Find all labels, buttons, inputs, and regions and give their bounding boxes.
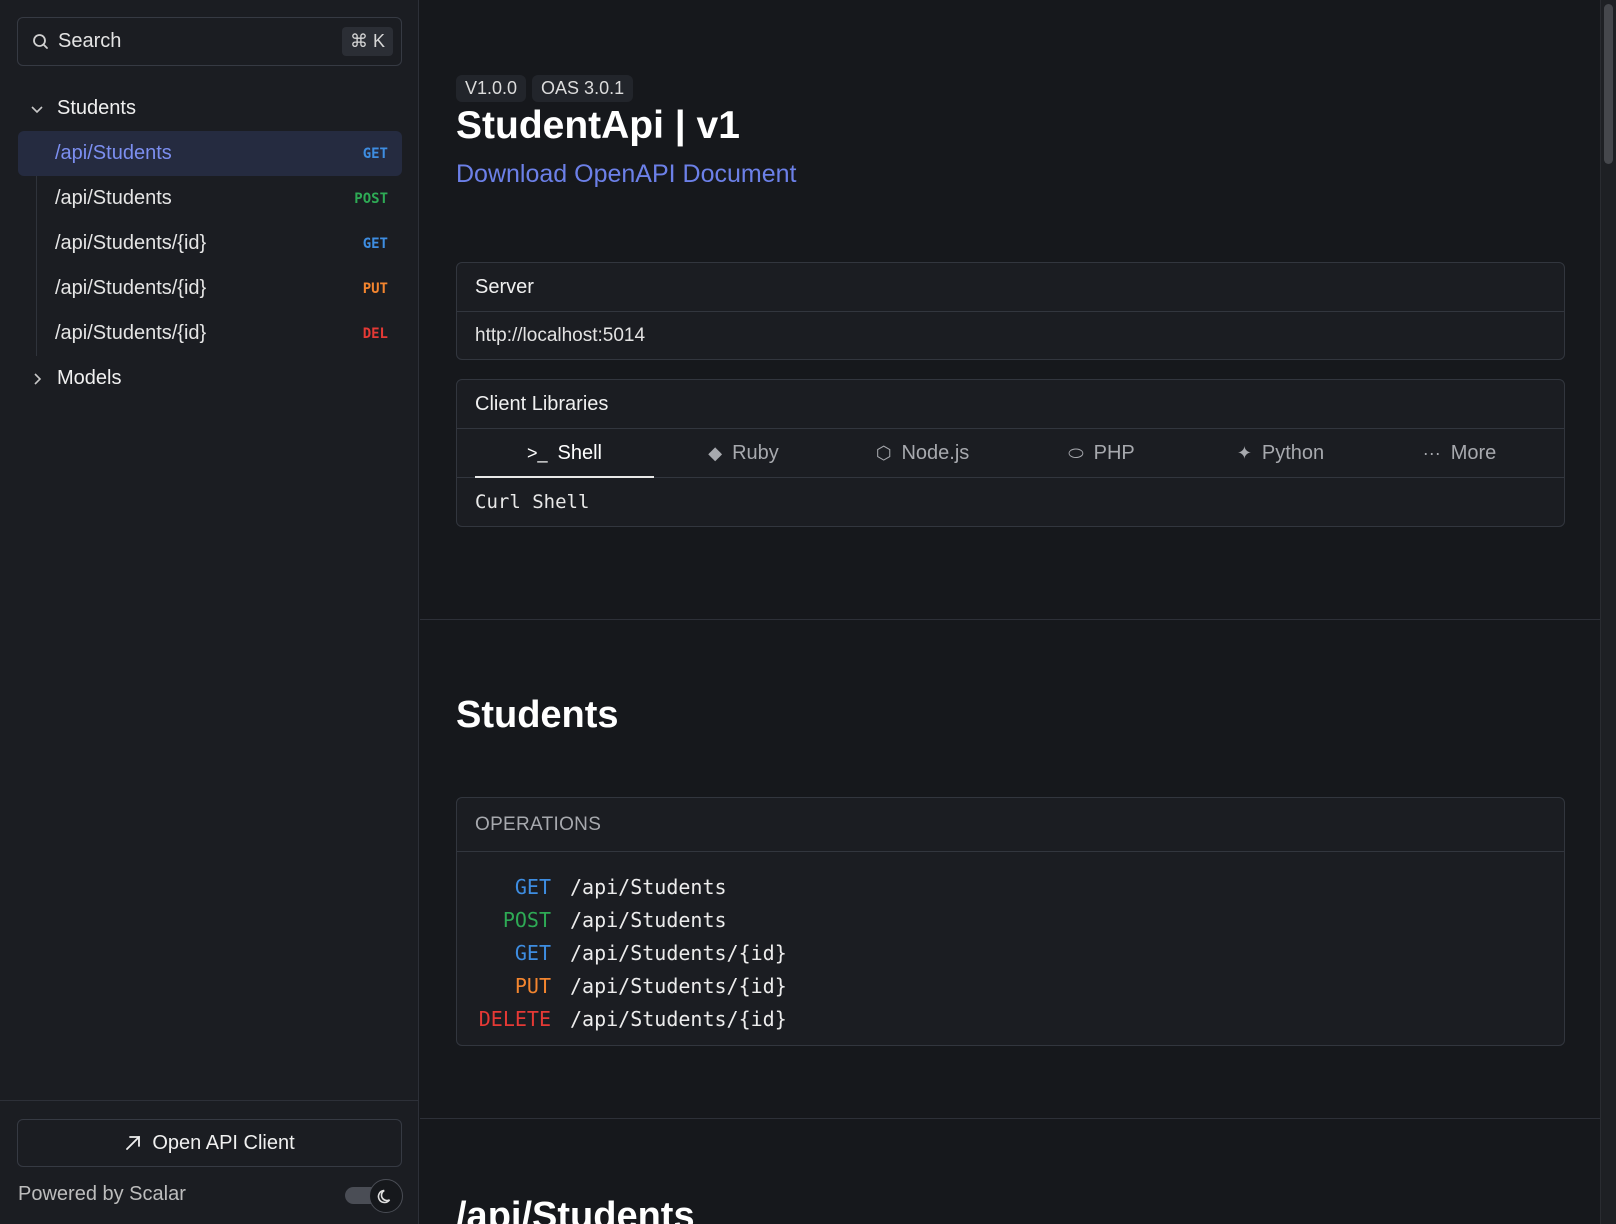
search-shortcut: ⌘ K — [341, 27, 393, 56]
server-url[interactable]: http://localhost:5014 — [457, 312, 1564, 359]
tab-label: PHP — [1093, 441, 1135, 464]
operation-path: /api/Students — [570, 874, 727, 899]
sidebar-item-label: /api/Students — [55, 187, 172, 209]
python-icon: ✦ — [1236, 442, 1252, 463]
operation-path: /api/Students/{id} — [570, 1006, 787, 1031]
tab-label: Ruby — [732, 441, 779, 464]
nodejs-icon: ⬡ — [875, 442, 892, 463]
endpoint-title: /api/Students — [456, 1195, 695, 1224]
operation-method: GET — [514, 940, 551, 965]
version-badge: V1.0.0 — [456, 75, 527, 102]
tab-ruby[interactable]: ◆ Ruby — [654, 429, 833, 477]
sidebar-group-label: Students — [57, 97, 136, 119]
sidebar-tree: Students /api/Students GET /api/Students… — [17, 86, 402, 401]
method-badge: PUT — [362, 280, 388, 297]
scrollbar[interactable] — [1600, 0, 1616, 1224]
client-libraries-label: Client Libraries — [457, 380, 1564, 429]
powered-by-text: Powered by Scalar — [18, 1183, 186, 1205]
tab-shell[interactable]: >_ Shell — [475, 429, 654, 478]
section-divider — [420, 619, 1600, 620]
tab-nodejs[interactable]: ⬡ Node.js — [833, 429, 1012, 477]
operation-row[interactable]: POST /api/Students — [457, 903, 1564, 936]
operations-list: GET /api/Students POST /api/Students GET… — [457, 852, 1564, 1035]
operation-path: /api/Students/{id} — [570, 973, 787, 998]
moon-icon — [377, 1189, 391, 1204]
section-title: Students — [456, 694, 619, 736]
terminal-icon: >_ — [526, 442, 548, 463]
sidebar-item-get-students[interactable]: /api/Students GET — [18, 131, 402, 176]
tab-label: Python — [1261, 441, 1325, 464]
operation-method: DELETE — [478, 1006, 551, 1031]
operation-row[interactable]: PUT /api/Students/{id} — [457, 969, 1564, 1002]
dark-mode-toggle[interactable] — [345, 1179, 403, 1213]
operations-panel: OPERATIONS GET /api/Students POST /api/S… — [456, 797, 1565, 1046]
sidebar-footer: Open API Client Powered by Scalar — [0, 1100, 419, 1224]
open-api-client-button[interactable]: Open API Client — [17, 1119, 402, 1167]
page-title: StudentApi | v1 — [456, 104, 740, 147]
search-input[interactable]: Search ⌘ K — [17, 17, 402, 66]
operation-method: PUT — [514, 973, 551, 998]
operation-row[interactable]: GET /api/Students — [457, 870, 1564, 903]
download-openapi-link[interactable]: Download OpenAPI Document — [456, 160, 796, 189]
sidebar-ops-list: /api/Students GET /api/Students POST /ap… — [18, 131, 402, 356]
toggle-knob — [369, 1179, 403, 1213]
search-icon — [33, 33, 48, 49]
sidebar-item-label: /api/Students — [55, 142, 172, 164]
arrow-up-right-icon — [126, 1136, 141, 1150]
client-selected[interactable]: Curl Shell — [457, 478, 1564, 526]
tab-label: Shell — [557, 441, 602, 464]
method-badge: GET — [362, 145, 388, 162]
client-libraries-panel: Client Libraries >_ Shell ◆ Ruby ⬡ Node.… — [456, 379, 1565, 527]
sidebar-group-label: Models — [57, 367, 122, 389]
ruby-icon: ◆ — [708, 442, 723, 463]
sidebar: Search ⌘ K Students /api/Students GET /a… — [0, 0, 419, 1224]
sidebar-item-put-student-id[interactable]: /api/Students/{id} PUT — [18, 266, 402, 311]
sidebar-item-get-student-id[interactable]: /api/Students/{id} GET — [18, 221, 402, 266]
search-label: Search — [58, 30, 122, 52]
tab-more[interactable]: ··· More — [1370, 429, 1549, 477]
operation-row[interactable]: GET /api/Students/{id} — [457, 936, 1564, 969]
sidebar-group-models[interactable]: Models — [17, 356, 402, 401]
scrollbar-thumb[interactable] — [1604, 4, 1613, 164]
php-icon: ⬭ — [1068, 442, 1084, 463]
tab-python[interactable]: ✦ Python — [1191, 429, 1370, 477]
sidebar-item-label: /api/Students/{id} — [55, 232, 207, 254]
method-badge: POST — [354, 190, 388, 207]
operation-method: GET — [514, 874, 551, 899]
tab-label: More — [1450, 441, 1497, 464]
operation-path: /api/Students — [570, 907, 727, 932]
version-badges: V1.0.0 OAS 3.0.1 — [456, 75, 634, 102]
tab-php[interactable]: ⬭ PHP — [1012, 429, 1191, 477]
sidebar-item-label: /api/Students/{id} — [55, 322, 207, 344]
operation-method: POST — [502, 907, 551, 932]
operation-row[interactable]: DELETE /api/Students/{id} — [457, 1002, 1564, 1035]
sidebar-item-label: /api/Students/{id} — [55, 277, 207, 299]
client-tabs: >_ Shell ◆ Ruby ⬡ Node.js ⬭ PHP ✦ Python… — [457, 429, 1564, 478]
more-icon: ··· — [1422, 442, 1441, 463]
operations-label: OPERATIONS — [457, 798, 1564, 852]
chevron-right-icon — [34, 372, 42, 385]
server-panel: Server http://localhost:5014 — [456, 262, 1565, 360]
sidebar-item-delete-student-id[interactable]: /api/Students/{id} DEL — [18, 311, 402, 356]
chevron-down-icon — [31, 105, 43, 113]
oas-badge: OAS 3.0.1 — [532, 75, 634, 102]
server-label: Server — [457, 263, 1564, 312]
tab-label: Node.js — [901, 441, 970, 464]
open-api-client-label: Open API Client — [152, 1131, 295, 1154]
sidebar-item-post-students[interactable]: /api/Students POST — [18, 176, 402, 221]
operation-path: /api/Students/{id} — [570, 940, 787, 965]
section-divider — [420, 1118, 1600, 1119]
method-badge: DEL — [362, 325, 388, 342]
app-root: Search ⌘ K Students /api/Students GET /a… — [0, 0, 1616, 1224]
main-content: V1.0.0 OAS 3.0.1 StudentApi | v1 Downloa… — [420, 0, 1600, 1224]
sidebar-group-students[interactable]: Students — [17, 86, 402, 131]
method-badge: GET — [362, 235, 388, 252]
